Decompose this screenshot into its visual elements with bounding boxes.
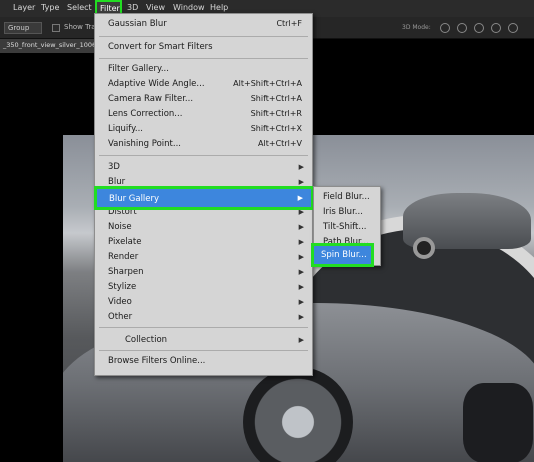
slide-3d-icon[interactable] xyxy=(491,23,501,33)
submenu-arrow-icon: ▶ xyxy=(298,283,304,291)
shortcut-adaptive-wide-angle: Alt+Shift+Ctrl+A xyxy=(233,79,302,88)
menu-separator xyxy=(99,58,308,59)
car-grille xyxy=(463,383,533,462)
auto-select-dropdown[interactable]: Group xyxy=(4,22,42,34)
menu-item-gaussian-blur[interactable]: Gaussian Blur Ctrl+F xyxy=(95,17,312,31)
submenu-arrow-icon: ▶ xyxy=(298,238,304,246)
menu-item-vanishing-point[interactable]: Vanishing Point... Alt+Ctrl+V xyxy=(95,137,312,151)
menu-select[interactable]: Select xyxy=(67,3,92,12)
menu-item-lens-correction[interactable]: Lens Correction... Shift+Ctrl+R xyxy=(95,107,312,121)
menu-separator xyxy=(99,350,308,351)
submenu-arrow-icon: ▶ xyxy=(298,298,304,306)
menu-item-pixelate[interactable]: Pixelate ▶ xyxy=(95,235,312,249)
3d-mode-label: 3D Mode: xyxy=(402,24,431,31)
menu-separator xyxy=(99,155,308,156)
submenu-item-tilt-shift[interactable]: Tilt-Shift... xyxy=(314,220,380,235)
menu-separator xyxy=(99,327,308,328)
menu-item-adaptive-wide-angle[interactable]: Adaptive Wide Angle... Alt+Shift+Ctrl+A xyxy=(95,77,312,91)
menu-item-liquify[interactable]: Liquify... Shift+Ctrl+X xyxy=(95,122,312,136)
menu-item-render[interactable]: Render ▶ xyxy=(95,250,312,264)
shortcut-vanishing-point: Alt+Ctrl+V xyxy=(258,139,302,148)
shortcut-liquify: Shift+Ctrl+X xyxy=(250,124,302,133)
shortcut-lens-correction: Shift+Ctrl+R xyxy=(250,109,302,118)
submenu-arrow-icon: ▶ xyxy=(298,223,304,231)
submenu-item-spin-blur[interactable]: Spin Blur... xyxy=(311,243,374,267)
menu-item-camera-raw-filter[interactable]: Camera Raw Filter... Shift+Ctrl+A xyxy=(95,92,312,106)
rotate-3d-icon[interactable] xyxy=(440,23,450,33)
submenu-arrow-icon: ▶ xyxy=(298,336,304,344)
submenu-arrow-icon: ▶ xyxy=(297,194,303,202)
menu-item-noise[interactable]: Noise ▶ xyxy=(95,220,312,234)
menu-item-browse-filters-online[interactable]: Browse Filters Online... xyxy=(95,354,312,368)
submenu-arrow-icon: ▶ xyxy=(298,163,304,171)
menu-item-stylize[interactable]: Stylize ▶ xyxy=(95,280,312,294)
background-car-wheel xyxy=(413,237,435,259)
menu-item-other[interactable]: Other ▶ xyxy=(95,310,312,324)
menu-help[interactable]: Help xyxy=(210,3,228,12)
filter-menu: Gaussian Blur Ctrl+F Convert for Smart F… xyxy=(94,13,314,376)
menu-item-blur-gallery[interactable]: Blur Gallery ▶ xyxy=(94,186,314,210)
document-tab[interactable]: _350_front_view_silver_1006? xyxy=(0,39,103,53)
menu-item-convert-smart-filters[interactable]: Convert for Smart Filters xyxy=(95,40,312,54)
shortcut-camera-raw: Shift+Ctrl+A xyxy=(250,94,302,103)
scale-3d-icon[interactable] xyxy=(508,23,518,33)
shortcut-gaussian-blur: Ctrl+F xyxy=(276,19,302,28)
menu-item-collection[interactable]: Collection ▶ xyxy=(95,333,312,347)
submenu-arrow-icon: ▶ xyxy=(298,313,304,321)
submenu-item-iris-blur[interactable]: Iris Blur... xyxy=(314,205,380,220)
menu-3d[interactable]: 3D xyxy=(127,3,138,12)
roll-3d-icon[interactable] xyxy=(457,23,467,33)
menu-separator xyxy=(99,36,308,37)
menu-item-video[interactable]: Video ▶ xyxy=(95,295,312,309)
show-transform-checkbox[interactable] xyxy=(52,24,60,32)
submenu-arrow-icon: ▶ xyxy=(298,268,304,276)
menu-window[interactable]: Window xyxy=(173,3,205,12)
menu-type[interactable]: Type xyxy=(41,3,59,12)
menu-view[interactable]: View xyxy=(146,3,165,12)
menu-item-filter-gallery[interactable]: Filter Gallery... xyxy=(95,62,312,76)
menu-layer[interactable]: Layer xyxy=(13,3,35,12)
menu-item-sharpen[interactable]: Sharpen ▶ xyxy=(95,265,312,279)
submenu-arrow-icon: ▶ xyxy=(298,253,304,261)
pan-3d-icon[interactable] xyxy=(474,23,484,33)
submenu-item-field-blur[interactable]: Field Blur... xyxy=(314,190,380,205)
menu-item-3d[interactable]: 3D ▶ xyxy=(95,160,312,174)
